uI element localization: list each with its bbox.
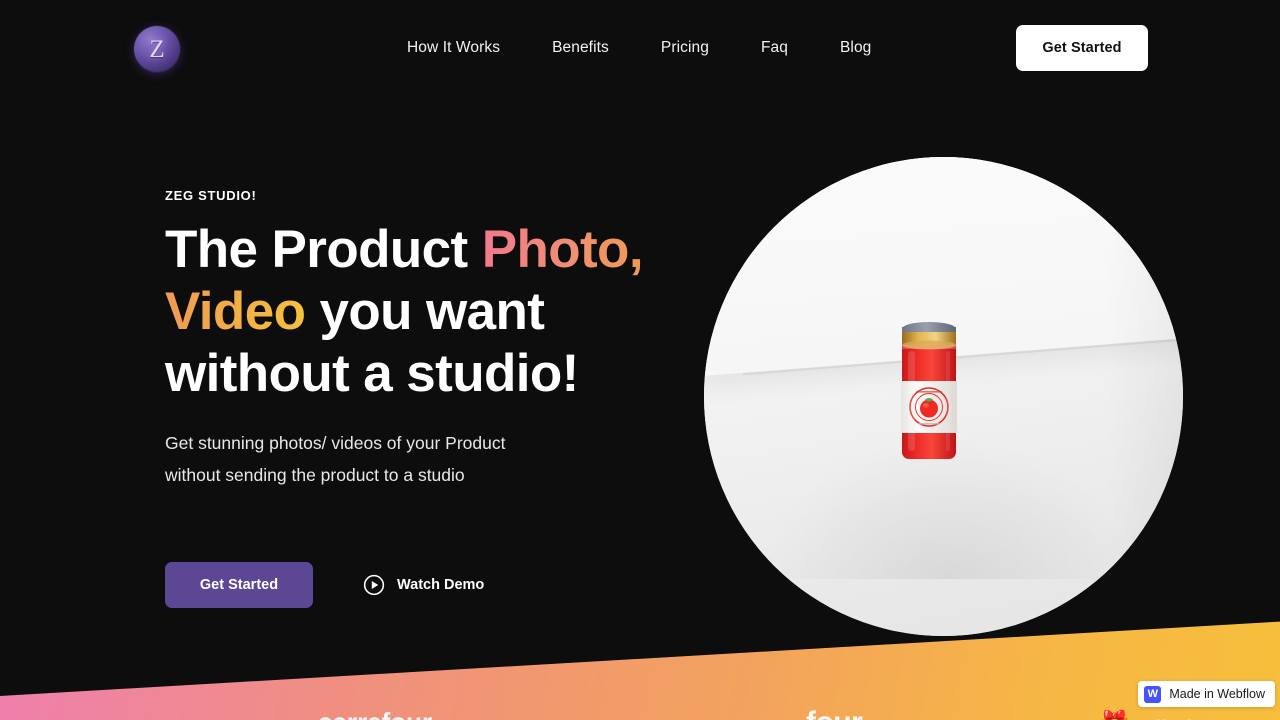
hero-actions: Get Started Watch Demo (165, 562, 484, 608)
headline-part-2: you want (305, 282, 545, 341)
page-title: The Product Photo, Video you want withou… (165, 219, 685, 405)
hero-subheadline: Get stunning photos/ videos of your Prod… (165, 427, 585, 491)
headline-accent-photo: Photo, (481, 220, 644, 279)
partner-logo-4: All Things (1140, 716, 1235, 720)
nav-links: How It Works Benefits Pricing Faq Blog (407, 0, 871, 96)
hero-copy: ZEG STUDIO! The Product Photo, Video you… (165, 188, 685, 491)
subhead-line-1: Get stunning photos/ videos of your Prod… (165, 433, 506, 453)
headline-part-3: without a studio! (165, 344, 579, 403)
logo-letter: Z (149, 35, 165, 63)
gift-icon: 🎁 (1098, 709, 1130, 720)
sauce-jar-icon (894, 315, 964, 475)
play-icon (363, 574, 385, 596)
nav-link-pricing[interactable]: Pricing (661, 39, 709, 57)
made-in-webflow-label: Made in Webflow (1169, 687, 1265, 701)
hero-eyebrow: ZEG STUDIO! (165, 188, 257, 203)
navbar: Z How It Works Benefits Pricing Faq Blog… (0, 0, 1280, 96)
nav-link-how-it-works[interactable]: How It Works (407, 39, 500, 57)
headline-part-1: The Product (165, 220, 482, 279)
headline-accent-video: Video (165, 282, 306, 341)
webflow-icon: W (1144, 685, 1162, 703)
made-in-webflow-badge[interactable]: W Made in Webflow (1138, 681, 1275, 707)
watch-demo-label: Watch Demo (397, 577, 485, 593)
nav-link-blog[interactable]: Blog (840, 39, 871, 57)
watch-demo-button[interactable]: Watch Demo (363, 574, 484, 596)
landing-page: Z How It Works Benefits Pricing Faq Blog… (0, 0, 1280, 720)
nav-link-benefits[interactable]: Benefits (552, 39, 609, 57)
partner-logo-1: carrefour (318, 707, 432, 720)
zeg-studio-logo[interactable]: Z (134, 26, 180, 72)
hero-product-image (704, 157, 1183, 636)
nav-get-started-button[interactable]: Get Started (1016, 25, 1148, 71)
subhead-line-2: without sending the product to a studio (165, 465, 465, 485)
partner-logos: carrefour four 🎁 All Things (0, 692, 1280, 720)
nav-link-faq[interactable]: Faq (761, 39, 788, 57)
partner-logo-2: four (806, 706, 863, 720)
hero-get-started-button[interactable]: Get Started (165, 562, 313, 608)
